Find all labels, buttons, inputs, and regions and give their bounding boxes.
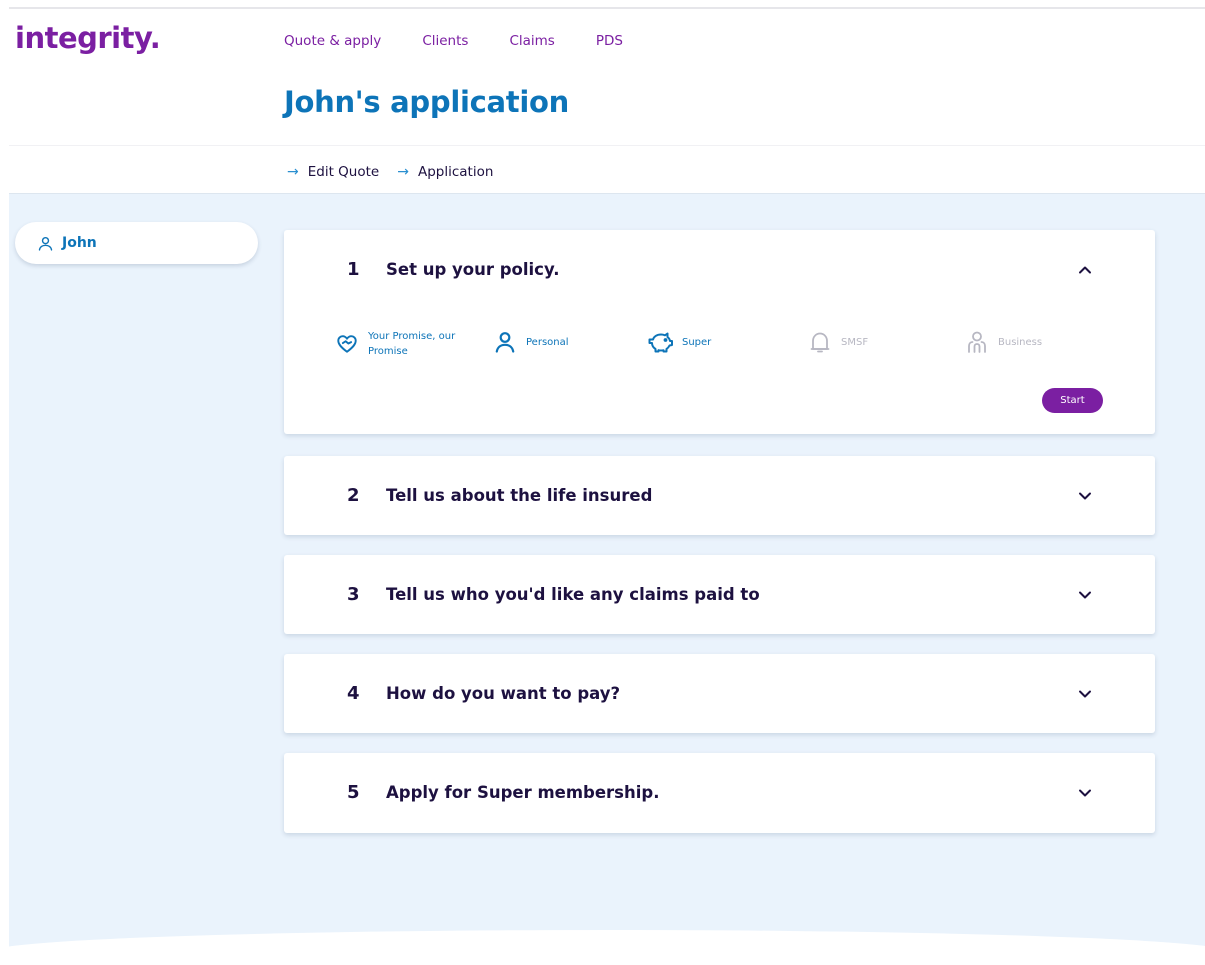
option-label: Business: [998, 336, 1043, 348]
option-super[interactable]: Super: [648, 329, 711, 355]
header-divider: [9, 145, 1205, 146]
step-number: 2: [347, 485, 360, 506]
nav-claims[interactable]: Claims: [509, 33, 554, 49]
heart-handshake-icon: [334, 331, 360, 357]
step-number: 1: [347, 259, 360, 280]
people-icon: [964, 329, 990, 355]
step-card-1: 1 Set up your policy. Your Promise, our P…: [284, 230, 1155, 434]
chevron-down-icon[interactable]: [1077, 688, 1093, 700]
breadcrumb-label: Application: [417, 164, 494, 180]
step-header-3[interactable]: 3 Tell us who you'd like any claims paid…: [284, 555, 1155, 635]
step-title: Tell us about the life insured: [386, 486, 653, 505]
footer-wave: [9, 930, 1205, 965]
option-label: Super: [682, 336, 712, 348]
chevron-down-icon[interactable]: [1077, 589, 1093, 601]
sidebar-person-john[interactable]: John: [15, 222, 258, 264]
bell-icon: [807, 329, 833, 355]
app-frame: integrity. Quote & apply Clients Claims …: [9, 7, 1205, 965]
option-business[interactable]: Business: [964, 329, 1042, 355]
step-title: Tell us who you'd like any claims paid t…: [386, 585, 760, 604]
option-your-promise[interactable]: Your Promise, our Promise: [334, 329, 455, 359]
main-content: John 1 Set up your policy. Your Promise,…: [9, 193, 1205, 965]
step-title: How do you want to pay?: [386, 684, 621, 703]
piggy-bank-icon: [648, 329, 674, 355]
start-button[interactable]: Start: [1042, 388, 1103, 413]
step-title: Set up your policy.: [386, 260, 560, 279]
sidebar-person-name: John: [62, 235, 97, 251]
nav-pds[interactable]: PDS: [596, 33, 623, 49]
arrow-right-icon: →: [397, 164, 409, 180]
breadcrumb: → Edit Quote → Application: [287, 164, 511, 180]
option-personal[interactable]: Personal: [492, 329, 569, 355]
option-label: Your Promise, our Promise: [368, 331, 456, 357]
top-nav: Quote & apply Clients Claims PDS: [284, 33, 664, 49]
option-label: SMSF: [841, 336, 869, 348]
step-card-2: 2 Tell us about the life insured: [284, 456, 1155, 535]
chevron-up-icon[interactable]: [1077, 264, 1093, 276]
step-card-5: 5 Apply for Super membership.: [284, 753, 1155, 833]
step-header-5[interactable]: 5 Apply for Super membership.: [284, 753, 1155, 833]
step-header-4[interactable]: 4 How do you want to pay?: [284, 654, 1155, 734]
breadcrumb-edit-quote[interactable]: → Edit Quote: [287, 164, 379, 180]
step-card-3: 3 Tell us who you'd like any claims paid…: [284, 555, 1155, 634]
step-card-4: 4 How do you want to pay?: [284, 654, 1155, 733]
person-icon: [492, 329, 518, 355]
person-icon: [38, 236, 53, 251]
nav-clients[interactable]: Clients: [422, 33, 468, 49]
chevron-down-icon[interactable]: [1077, 787, 1093, 799]
policy-type-options: Your Promise, our Promise Personal Super…: [334, 329, 1094, 369]
arrow-right-icon: →: [287, 164, 299, 180]
nav-quote-apply[interactable]: Quote & apply: [284, 33, 381, 49]
breadcrumb-label: Edit Quote: [307, 164, 380, 180]
option-label: Personal: [526, 336, 569, 348]
step-number: 5: [347, 782, 360, 803]
page-title: John's application: [284, 85, 569, 119]
option-smsf[interactable]: SMSF: [807, 329, 868, 355]
step-number: 3: [347, 584, 360, 605]
step-title: Apply for Super membership.: [386, 783, 660, 802]
step-number: 4: [347, 683, 360, 704]
integrity-logo[interactable]: integrity.: [15, 21, 161, 55]
chevron-down-icon[interactable]: [1077, 490, 1093, 502]
step-header-2[interactable]: 2 Tell us about the life insured: [284, 456, 1155, 536]
breadcrumb-application[interactable]: → Application: [397, 164, 493, 180]
step-header-1[interactable]: 1 Set up your policy.: [284, 230, 1155, 310]
